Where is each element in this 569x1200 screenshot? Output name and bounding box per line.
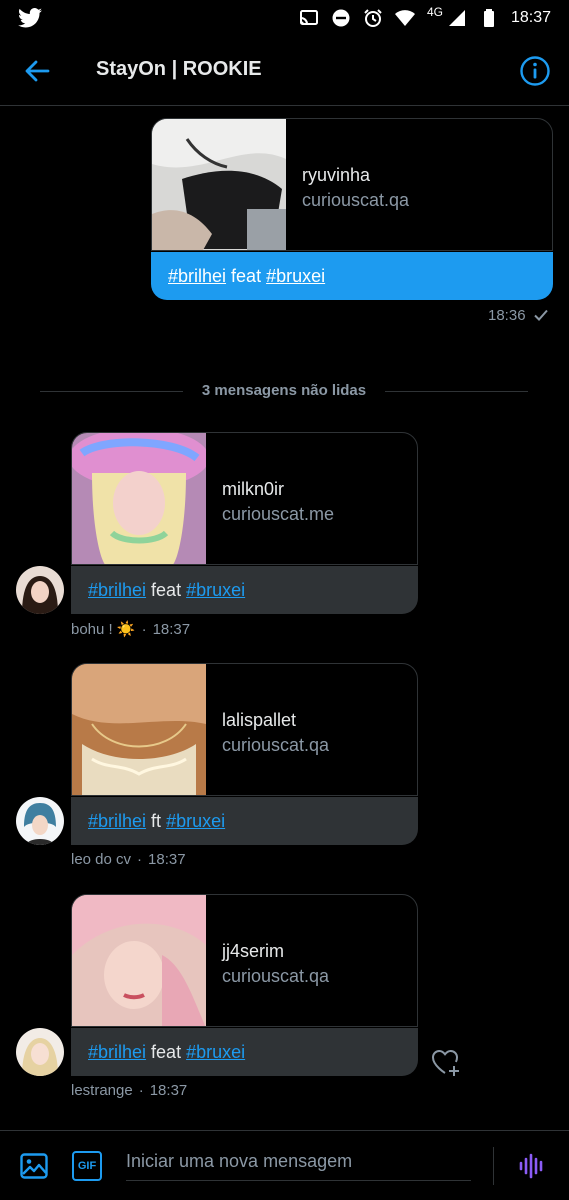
card-thumbnail (72, 664, 206, 795)
message-time: 18:37 (148, 851, 186, 868)
voice-icon[interactable] (517, 1151, 547, 1181)
message-meta: lestrange · 18:37 (71, 1082, 187, 1099)
status-time: 18:37 (510, 9, 551, 26)
message-meta: bohu ! ☀️ · 18:37 (71, 620, 191, 639)
message-text: feat (226, 265, 267, 286)
avatar[interactable] (16, 1028, 64, 1076)
gif-label: GIF (77, 1160, 97, 1172)
sender-name: bohu ! ☀️ (71, 621, 136, 638)
link-card[interactable]: jj4serim curiouscat.qa (71, 894, 418, 1027)
unread-divider: 3 mensagens não lidas (40, 380, 528, 404)
avatar[interactable] (16, 566, 64, 614)
checkmark-icon (533, 309, 548, 321)
hashtag-link[interactable]: #brilhei (168, 266, 226, 287)
cast-icon (299, 10, 318, 25)
message-time: 18:37 (149, 1082, 188, 1099)
received-message-bubble[interactable]: #brilhei feat #bruxei (71, 566, 418, 614)
meta-separator: · (137, 851, 143, 868)
card-thumbnail (72, 433, 206, 564)
message-time: 18:37 (152, 620, 191, 638)
sender-name: leo do cv (71, 851, 132, 868)
message-meta: 18:36 (488, 306, 550, 324)
battery-icon (483, 9, 494, 27)
heart-add-icon[interactable] (430, 1046, 462, 1078)
hashtag-link[interactable]: #brilhei (88, 580, 146, 601)
card-title: jj4serim (222, 941, 285, 961)
message-time: 18:36 (488, 306, 526, 324)
link-card[interactable]: ryuvinha curiouscat.qa (151, 118, 553, 251)
hashtag-link[interactable]: #brilhei (88, 811, 146, 832)
info-icon[interactable] (519, 55, 551, 87)
hashtag-link[interactable]: #brilhei (88, 1042, 146, 1063)
network-type: 4G (426, 5, 443, 19)
image-icon[interactable] (19, 1151, 49, 1181)
card-domain: curiouscat.qa (302, 190, 410, 210)
composer-divider (493, 1147, 494, 1185)
card-title: milkn0ir (222, 479, 285, 499)
unread-label: 3 mensagens não lidas (201, 382, 367, 399)
message-composer: GIF Iniciar uma nova mensagem (0, 1130, 569, 1200)
message-text: feat (146, 1041, 187, 1062)
signal-icon (448, 10, 465, 26)
message-meta: leo do cv · 18:37 (71, 851, 186, 868)
link-card[interactable]: milkn0ir curiouscat.me (71, 432, 418, 565)
twitter-icon (18, 8, 42, 28)
message-text: ft (146, 810, 167, 831)
alarm-icon (364, 9, 382, 27)
hashtag-link[interactable]: #bruxei (266, 266, 325, 287)
card-domain: curiouscat.qa (222, 966, 330, 986)
wifi-icon (394, 10, 415, 26)
link-card[interactable]: lalispallet curiouscat.qa (71, 663, 418, 796)
conversation-header: StayOn | ROOKIE (0, 36, 569, 106)
status-bar: 4G 18:37 (0, 0, 569, 36)
message-text: feat (146, 579, 187, 600)
card-domain: curiouscat.qa (222, 735, 330, 755)
sent-message-bubble[interactable]: #brilhei feat #bruxei (151, 252, 553, 300)
meta-separator: · (141, 620, 147, 638)
meta-separator: · (138, 1082, 144, 1099)
hashtag-link[interactable]: #bruxei (166, 811, 225, 832)
back-arrow-icon[interactable] (22, 56, 52, 86)
received-message-bubble[interactable]: #brilhei ft #bruxei (71, 797, 418, 845)
message-input[interactable]: Iniciar uma nova mensagem (126, 1151, 471, 1181)
avatar[interactable] (16, 797, 64, 845)
hashtag-link[interactable]: #bruxei (186, 580, 245, 601)
card-thumbnail (72, 895, 206, 1026)
conversation-title[interactable]: StayOn | ROOKIE (96, 58, 262, 81)
hashtag-link[interactable]: #bruxei (186, 1042, 245, 1063)
card-title: lalispallet (222, 710, 297, 730)
card-thumbnail (152, 119, 286, 250)
dnd-icon (332, 9, 350, 27)
gif-button[interactable]: GIF (72, 1151, 102, 1181)
card-title: ryuvinha (302, 165, 371, 185)
card-domain: curiouscat.me (222, 504, 335, 524)
received-message-bubble[interactable]: #brilhei feat #bruxei (71, 1028, 418, 1076)
sender-name: lestrange (71, 1082, 133, 1099)
